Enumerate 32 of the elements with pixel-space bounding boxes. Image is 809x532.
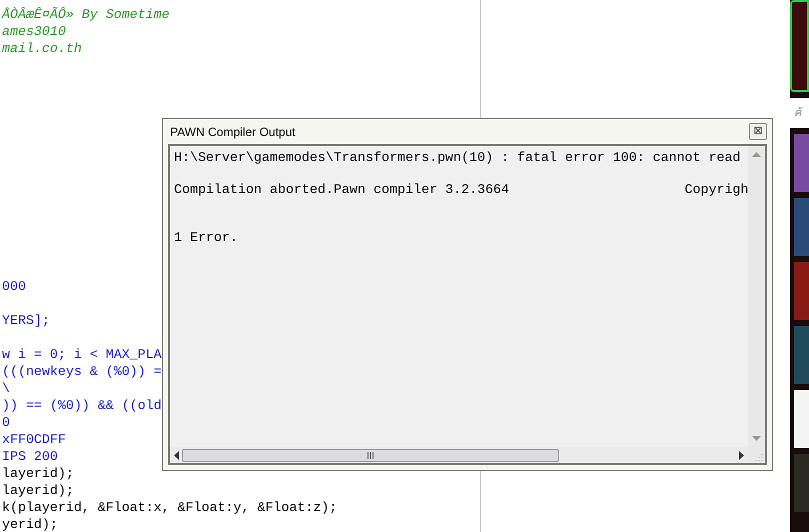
code-line: k(playerid, &Float:x, &Float:y, &Float:z); xyxy=(1,499,338,516)
code-line: xFF0CDFF xyxy=(1,431,67,448)
code-line: YERS]; xyxy=(1,312,51,329)
right-arrow-icon[interactable] xyxy=(739,450,744,460)
horizontal-scrollbar[interactable] xyxy=(170,447,748,463)
grip-icon xyxy=(367,452,374,458)
code-line: layerid); xyxy=(1,465,75,482)
code-line: w i = 0; i < MAX_PLA xyxy=(1,346,163,363)
search-text: ค้ xyxy=(794,106,801,121)
window-title: PAWN Compiler Output xyxy=(170,124,296,140)
code-line: IPS 200 xyxy=(1,448,59,465)
output-line: Compilation aborted.Pawn compiler 3.2.3664 Copyrigh xyxy=(174,182,748,198)
code-comment: ÅÒÂæÊ¤ÃÔ» By Sometime xyxy=(0,6,171,23)
code-comment: ames3010 xyxy=(1,23,67,40)
up-arrow-icon[interactable] xyxy=(752,152,761,157)
output-line: 1 Error. xyxy=(174,230,238,246)
scrollbar-thumb[interactable] xyxy=(182,448,559,462)
down-arrow-icon[interactable] xyxy=(752,436,761,441)
resize-grip-icon[interactable] xyxy=(755,453,763,461)
code-line: )) == (%0)) && ((old xyxy=(1,397,163,414)
code-line: \ xyxy=(1,380,11,397)
photo-placeholder[interactable] xyxy=(790,0,809,92)
output-line: H:\Server\gamemodes\Transformers.pwn(10) : fatal error 100: cannot read xyxy=(174,150,741,166)
code-line: (((newkeys & (%0)) = xyxy=(1,363,163,380)
code-line: 000 xyxy=(1,278,27,295)
left-arrow-icon[interactable] xyxy=(174,450,179,460)
code-line: layerid); xyxy=(1,482,75,499)
code-line: yerid); xyxy=(1,516,59,532)
close-button[interactable]: ⊠ xyxy=(749,123,767,140)
vertical-scrollbar[interactable] xyxy=(748,146,765,447)
code-line: 0 xyxy=(1,414,11,431)
code-comment: mail.co.th xyxy=(1,40,83,57)
